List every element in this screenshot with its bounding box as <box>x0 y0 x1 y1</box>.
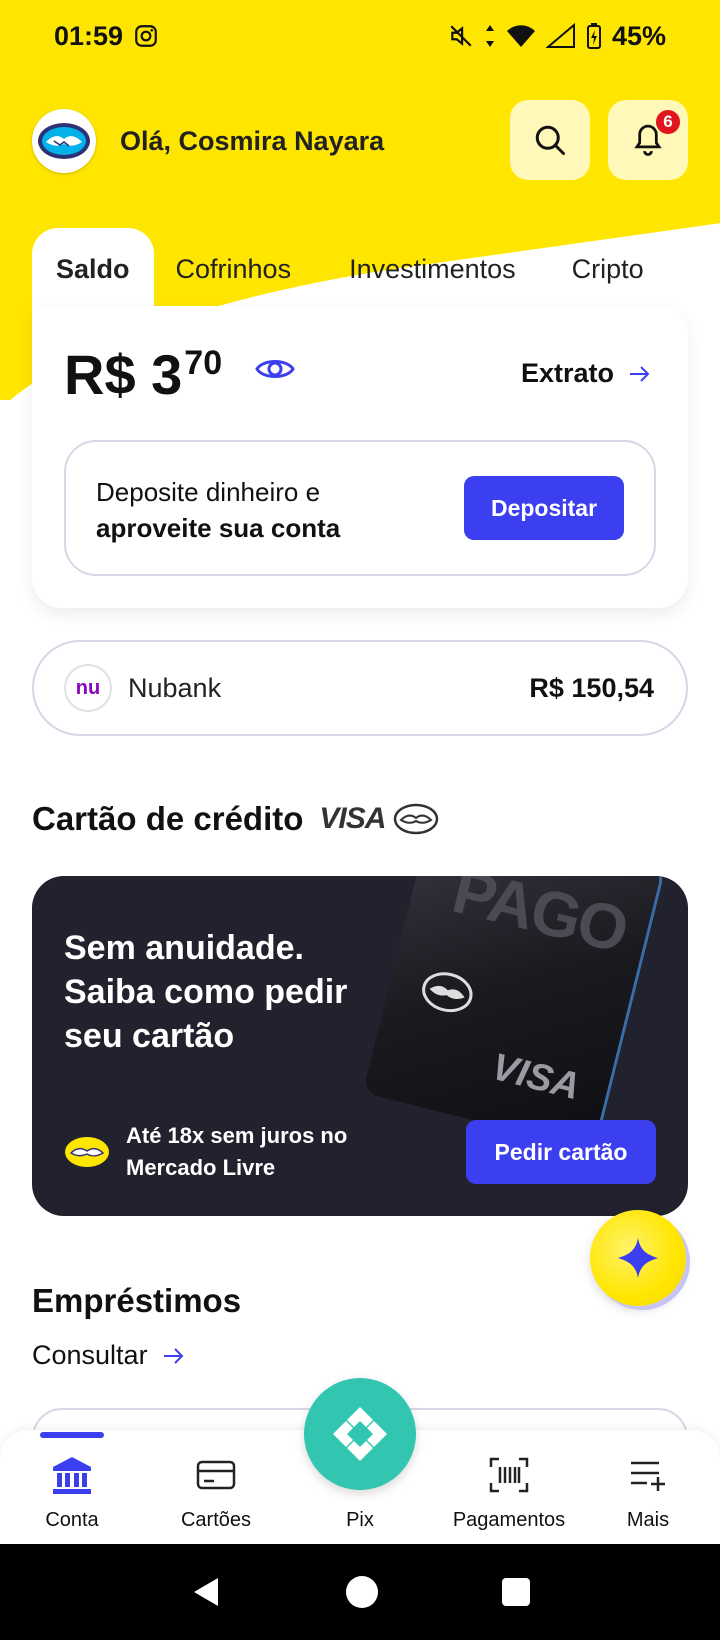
balance-integer: R$ 3 <box>64 343 183 406</box>
tab-cripto[interactable]: Cripto <box>554 228 664 310</box>
tab-investimentos[interactable]: Investimentos <box>329 228 554 310</box>
credit-card-title: Cartão de crédito <box>32 800 304 837</box>
card-image: PAGO VISA <box>362 876 666 1151</box>
balance-card: R$ 3 70 Extrato Deposite dinheiro e apro… <box>32 306 688 608</box>
nav-mais-label: Mais <box>626 1509 670 1531</box>
loans-title: Empréstimos <box>32 1282 242 1319</box>
barcode-icon <box>488 1453 530 1497</box>
pix-button[interactable] <box>304 1378 416 1490</box>
balance-cents: 70 <box>184 344 223 382</box>
deposit-text: Deposite dinheiro e aproveite sua conta <box>96 474 340 546</box>
nav-mais[interactable]: Mais <box>578 1430 718 1544</box>
mute-icon <box>448 23 474 49</box>
system-navigation-bar <box>0 1544 720 1640</box>
app-header: Olá, Cosmira Nayara 6 <box>32 100 688 182</box>
handshake-icon <box>394 803 439 835</box>
deposit-text-line1: Deposite dinheiro e <box>96 477 321 507</box>
notifications-button[interactable]: 6 <box>608 100 688 180</box>
sparkle-icon <box>617 1237 659 1279</box>
status-bar: 01:59 45% <box>0 0 720 72</box>
tab-saldo[interactable]: Saldo <box>32 228 154 310</box>
arrow-right-icon <box>163 1347 183 1364</box>
home-icon[interactable] <box>344 1574 380 1610</box>
linked-account-row[interactable]: nu Nubank R$ 150,54 <box>32 640 688 736</box>
nubank-logo-icon: nu <box>64 664 112 712</box>
nav-conta-label: Conta <box>45 1509 99 1531</box>
card-handshake-icon <box>414 964 480 1025</box>
linked-account-value: R$ 150,54 <box>529 672 654 703</box>
search-icon <box>535 125 565 155</box>
wifi-icon <box>506 23 536 49</box>
credit-card-headline: Sem anuidade. Saiba como pedir seu cartã… <box>64 929 348 1055</box>
account-tabs: Saldo Cofrinhos Investimentos Cripto <box>32 228 712 310</box>
deposit-text-line2: aproveite sua conta <box>96 513 341 543</box>
nav-cartoes-label: Cartões <box>180 1509 252 1531</box>
request-card-button[interactable]: Pedir cartão <box>466 1120 656 1184</box>
nav-pix-label: Pix <box>346 1509 374 1531</box>
deposit-button[interactable]: Depositar <box>464 476 624 540</box>
nav-pagamentos-label: Pagamentos <box>452 1509 566 1531</box>
battery-percent: 45% <box>611 20 666 51</box>
credit-card-banner[interactable]: PAGO VISA Sem anuidade. Saiba como pedir… <box>32 876 688 1216</box>
nav-conta[interactable]: Conta <box>2 1430 142 1544</box>
visa-logo: VISA <box>319 802 386 835</box>
credit-card-footnote-line1: Até 18x sem juros no <box>126 1123 348 1148</box>
extrato-label: Extrato <box>520 358 614 388</box>
more-icon <box>628 1453 668 1497</box>
card-icon <box>196 1453 236 1497</box>
mercado-livre-icon <box>65 1137 109 1167</box>
mercado-pago-logo-icon <box>38 123 90 159</box>
status-time: 01:59 <box>54 20 124 51</box>
pix-icon <box>333 1407 387 1461</box>
credit-card-section-title: Cartão de crédito VISA <box>32 800 439 838</box>
instagram-icon <box>133 23 159 49</box>
loans-consult-label: Consultar <box>32 1340 148 1370</box>
card-visa-logo: VISA <box>487 1046 584 1109</box>
tab-cofrinhos[interactable]: Cofrinhos <box>154 228 330 310</box>
balance-amount: R$ 3 70 <box>64 342 222 407</box>
credit-card-footnote: Até 18x sem juros no Mercado Livre <box>64 1120 347 1184</box>
arrow-right-icon <box>630 365 650 382</box>
bank-icon <box>51 1453 93 1497</box>
extrato-link[interactable]: Extrato <box>521 358 652 389</box>
eye-icon[interactable] <box>254 354 296 389</box>
loans-consult-link[interactable]: Consultar <box>32 1340 186 1371</box>
nav-pagamentos[interactable]: Pagamentos <box>434 1430 584 1544</box>
notification-badge: 6 <box>654 108 682 136</box>
back-icon[interactable] <box>188 1574 224 1610</box>
battery-icon <box>586 22 602 50</box>
signal-icon <box>545 23 576 49</box>
assistant-button[interactable] <box>590 1210 686 1306</box>
greeting: Olá, Cosmira Nayara <box>120 125 385 156</box>
search-button[interactable] <box>510 100 590 180</box>
recents-icon[interactable] <box>500 1576 532 1608</box>
card-print-text: PAGO <box>445 876 634 967</box>
credit-card-footnote-line2: Mercado Livre <box>126 1155 276 1180</box>
data-arrows-icon <box>484 23 496 49</box>
deposit-promo: Deposite dinheiro e aproveite sua conta … <box>64 440 656 576</box>
avatar[interactable] <box>32 109 96 173</box>
linked-account-name: Nubank <box>128 672 222 703</box>
nav-cartoes[interactable]: Cartões <box>146 1430 286 1544</box>
